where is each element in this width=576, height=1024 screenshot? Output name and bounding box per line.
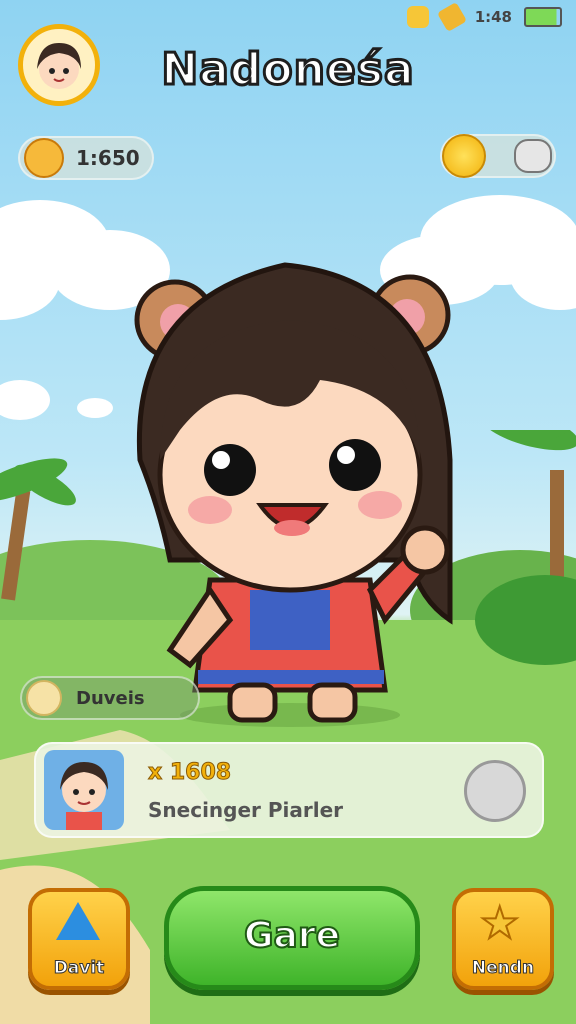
bear-icon[interactable] bbox=[514, 139, 552, 173]
game-button-label: Gare bbox=[243, 914, 341, 957]
currency-chicken-value: 1:650 bbox=[76, 146, 140, 170]
battery-icon bbox=[524, 7, 562, 27]
player-avatar bbox=[44, 750, 124, 830]
page-title: Nadoneśa bbox=[160, 43, 415, 97]
leaf-icon bbox=[26, 680, 62, 716]
nendn-button[interactable]: ★ Nendn bbox=[452, 888, 554, 990]
coin-icon bbox=[442, 134, 486, 178]
triangle-ruler-icon bbox=[56, 902, 100, 940]
status-time: 1:48 bbox=[474, 8, 512, 26]
davit-button[interactable]: Davit bbox=[28, 888, 130, 990]
player-name: Snecinger Piarler bbox=[148, 798, 344, 822]
davit-button-label: Davit bbox=[53, 958, 105, 979]
game-screen: 1:48 Nadoneśa 1:650 Duveis x 1608 Snecin… bbox=[0, 0, 576, 1024]
star-icon: ★ bbox=[479, 897, 520, 950]
currency-chicken-pill[interactable]: 1:650 bbox=[18, 136, 154, 180]
character-girl[interactable] bbox=[120, 260, 460, 730]
player-score: x 1608 bbox=[147, 760, 232, 786]
player-card[interactable]: x 1608 Snecinger Piarler bbox=[34, 742, 544, 838]
gift-icon bbox=[406, 6, 429, 28]
player-face-icon bbox=[60, 762, 108, 830]
badge-label: Duveis bbox=[76, 687, 145, 709]
game-button[interactable]: Gare bbox=[164, 886, 420, 990]
currency-coin-pill[interactable] bbox=[440, 134, 556, 178]
bear-icon[interactable] bbox=[464, 760, 526, 822]
chicken-icon bbox=[24, 138, 64, 178]
badge-pill[interactable]: Duveis bbox=[20, 676, 200, 720]
nendn-button-label: Nendn bbox=[471, 958, 535, 979]
ticket-icon bbox=[436, 1, 467, 33]
status-bar: 1:48 bbox=[406, 1, 562, 33]
